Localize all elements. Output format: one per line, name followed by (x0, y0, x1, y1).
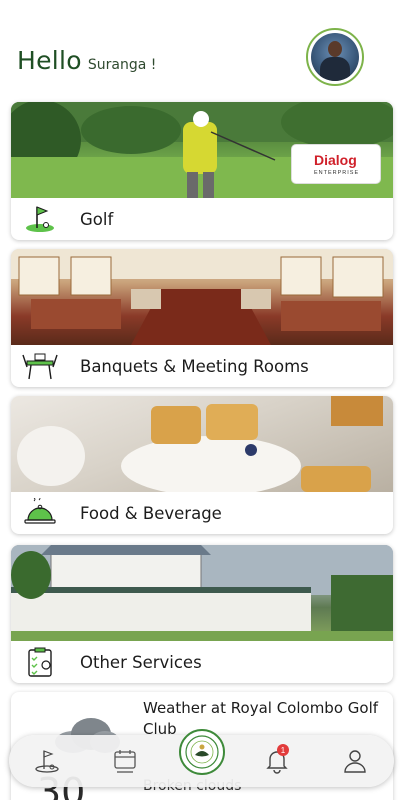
notification-count-badge: 1 (277, 744, 289, 756)
bookings-nav-icon[interactable] (109, 745, 141, 777)
golf-flag-icon (20, 202, 60, 236)
greeting: Hello Suranga ! (17, 46, 156, 75)
banquet-photo (11, 249, 393, 345)
card-golf-bar: Golf (11, 198, 393, 240)
banquet-table-icon (20, 349, 60, 383)
header: Hello Suranga ! (0, 0, 403, 100)
card-services[interactable]: Other Services (11, 545, 393, 683)
services-clipboard-icon (20, 645, 60, 679)
greeting-hello: Hello (17, 46, 82, 75)
card-banquets-bar: Banquets & Meeting Rooms (11, 345, 393, 387)
card-golf-label: Golf (80, 209, 114, 229)
profile-icon[interactable] (339, 745, 371, 777)
dialog-brand-text: Dialog (314, 152, 357, 168)
card-banquets[interactable]: Banquets & Meeting Rooms (11, 249, 393, 387)
avatar-photo (311, 33, 359, 81)
avatar[interactable] (306, 28, 364, 86)
user-name: Suranga ! (87, 57, 157, 73)
food-photo (11, 396, 393, 496)
club-logo-icon[interactable] (179, 729, 225, 775)
card-food[interactable]: Food & Beverage (11, 396, 393, 534)
golf-nav-icon[interactable] (31, 745, 63, 777)
dialog-enterprise-logo: Dialog ENTERPRISE (291, 144, 381, 184)
card-banquets-label: Banquets & Meeting Rooms (80, 356, 309, 376)
card-food-bar: Food & Beverage (11, 492, 393, 534)
card-services-bar: Other Services (11, 641, 393, 683)
card-food-label: Food & Beverage (80, 503, 222, 523)
bottom-nav: 1 (9, 729, 394, 787)
clubhouse-photo (11, 545, 393, 641)
card-golf[interactable]: Dialog ENTERPRISE Golf (11, 102, 393, 240)
food-cloche-icon (20, 496, 60, 530)
weather-title: Weather at Royal Colombo Golf Club (143, 699, 379, 738)
dialog-tagline-text: ENTERPRISE (314, 170, 360, 176)
card-services-label: Other Services (80, 652, 202, 672)
golf-photo: Dialog ENTERPRISE (11, 102, 393, 198)
